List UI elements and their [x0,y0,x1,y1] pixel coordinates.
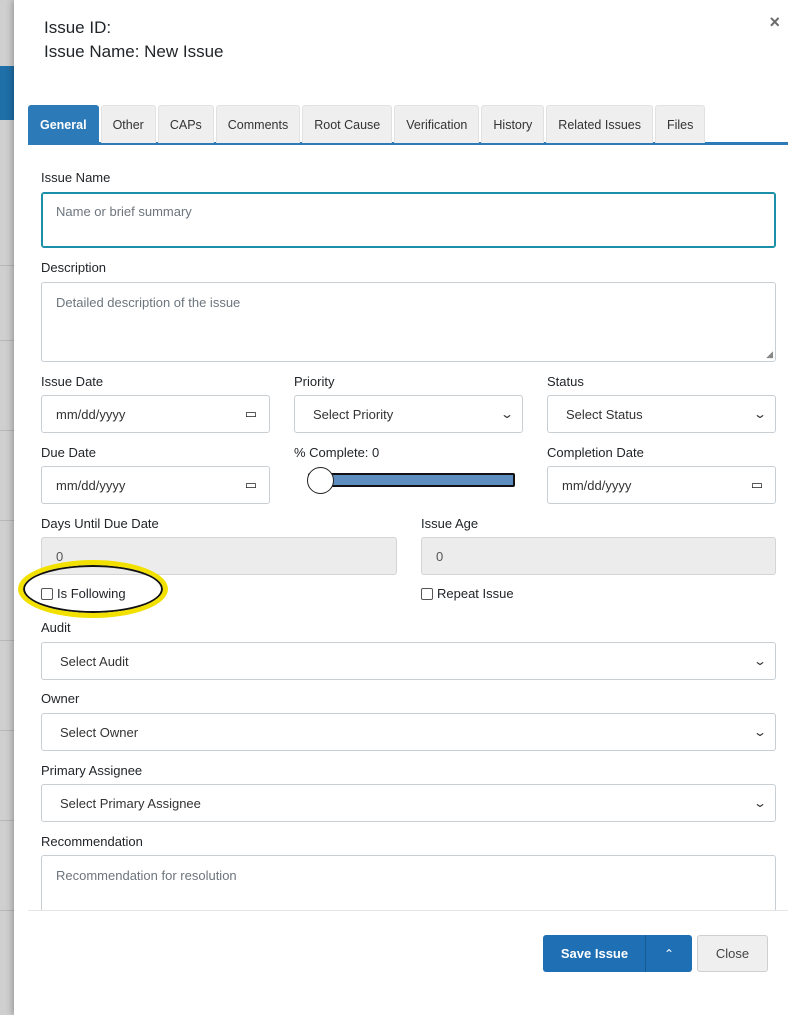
owner-select[interactable]: Select Owner ⌄ [41,713,776,751]
tab-verification[interactable]: Verification [394,105,480,143]
general-form: Issue Name Name or brief summary Descrip… [28,150,788,910]
issue-date-label: Issue Date [41,374,104,389]
repeat-issue-label: Repeat Issue [437,586,514,601]
chevron-up-icon: ⌃ [663,946,675,961]
background-row-divider [0,340,14,341]
issue-modal: Issue ID: Issue Name: New Issue × Genera… [14,0,800,1015]
days-until-due-field: 0 [41,537,397,575]
description-textarea[interactable]: Detailed description of the issue ◢ [41,282,776,362]
save-issue-button[interactable]: Save Issue [543,935,646,972]
chevron-down-icon: ⌄ [752,725,768,739]
status-label: Status [547,374,584,389]
days-until-due-label: Days Until Due Date [41,516,159,531]
completion-date-label: Completion Date [547,445,644,460]
background-header-band [0,66,14,120]
description-label: Description [41,260,107,275]
background-row-divider [0,265,14,266]
tab-related-issues[interactable]: Related Issues [546,105,653,143]
tab-general[interactable]: General [28,105,99,143]
tab-history[interactable]: History [481,105,545,143]
background-row-divider [0,430,14,431]
recommendation-placeholder: Recommendation for resolution [56,868,237,883]
repeat-issue-checkbox[interactable] [421,587,433,600]
due-date-input[interactable]: mm/dd/yyyy ▭ [41,466,270,504]
calendar-icon[interactable]: ▭ [751,477,763,493]
recommendation-label: Recommendation [41,834,143,849]
issue-id-heading: Issue ID: [44,18,112,37]
primary-assignee-value: Select Primary Assignee [60,795,201,811]
issue-date-value: mm/dd/yyyy [56,406,126,422]
issue-age-value: 0 [436,548,444,564]
chevron-down-icon: ⌄ [752,796,768,810]
chevron-down-icon: ⌄ [752,407,768,421]
recommendation-textarea[interactable]: Recommendation for resolution [41,855,776,910]
background-app [0,0,14,1015]
issue-name-heading: Issue Name: New Issue [44,42,224,61]
tab-bar: General Other CAPs Comments Root Cause V… [28,105,788,145]
issue-date-input[interactable]: mm/dd/yyyy ▭ [41,395,270,433]
close-button[interactable]: Close [697,935,768,972]
status-select[interactable]: Select Status ⌄ [547,395,776,433]
due-date-value: mm/dd/yyyy [56,477,126,493]
calendar-icon[interactable]: ▭ [245,477,257,493]
calendar-icon[interactable]: ▭ [245,406,257,422]
issue-name-input[interactable]: Name or brief summary [41,192,776,248]
close-icon[interactable]: × [769,12,780,32]
save-options-button[interactable]: ⌃ [645,935,692,972]
due-date-label: Due Date [41,445,96,460]
issue-age-field: 0 [421,537,776,575]
status-value: Select Status [566,406,643,422]
tab-files[interactable]: Files [654,105,706,143]
days-until-due-value: 0 [56,548,64,564]
tab-root-cause[interactable]: Root Cause [302,105,393,143]
repeat-issue-checkbox-row[interactable]: Repeat Issue [421,586,514,601]
percent-complete-label: % Complete: 0 [294,445,380,460]
background-row-divider [0,640,14,641]
percent-complete-slider-track[interactable] [308,473,515,487]
issue-name-placeholder: Name or brief summary [56,204,192,219]
background-row-divider [0,820,14,821]
is-following-checkbox-row[interactable]: Is Following [41,586,126,601]
tab-comments[interactable]: Comments [215,105,301,143]
footer-divider [28,910,788,911]
chevron-down-icon: ⌄ [499,407,515,421]
description-placeholder: Detailed description of the issue [56,295,241,310]
tab-caps[interactable]: CAPs [157,105,214,143]
resize-handle-icon[interactable]: ◢ [766,349,773,360]
priority-value: Select Priority [313,406,394,422]
is-following-label: Is Following [57,586,126,601]
completion-date-input[interactable]: mm/dd/yyyy ▭ [547,466,776,504]
percent-complete-slider-thumb[interactable] [307,467,334,494]
chevron-down-icon: ⌄ [752,654,768,668]
owner-label: Owner [41,691,80,706]
audit-value: Select Audit [60,653,129,669]
primary-assignee-select[interactable]: Select Primary Assignee ⌄ [41,784,776,822]
tab-other[interactable]: Other [100,105,156,143]
background-row-divider [0,910,14,911]
issue-name-label: Issue Name [41,170,111,185]
primary-assignee-label: Primary Assignee [41,763,143,778]
is-following-checkbox[interactable] [41,587,53,600]
audit-label: Audit [41,620,71,635]
completion-date-value: mm/dd/yyyy [562,477,632,493]
owner-value: Select Owner [60,724,139,740]
audit-select[interactable]: Select Audit ⌄ [41,642,776,680]
background-row-divider [0,520,14,521]
background-row-divider [0,730,14,731]
priority-select[interactable]: Select Priority ⌄ [294,395,523,433]
issue-age-label: Issue Age [421,516,479,531]
priority-label: Priority [294,374,335,389]
